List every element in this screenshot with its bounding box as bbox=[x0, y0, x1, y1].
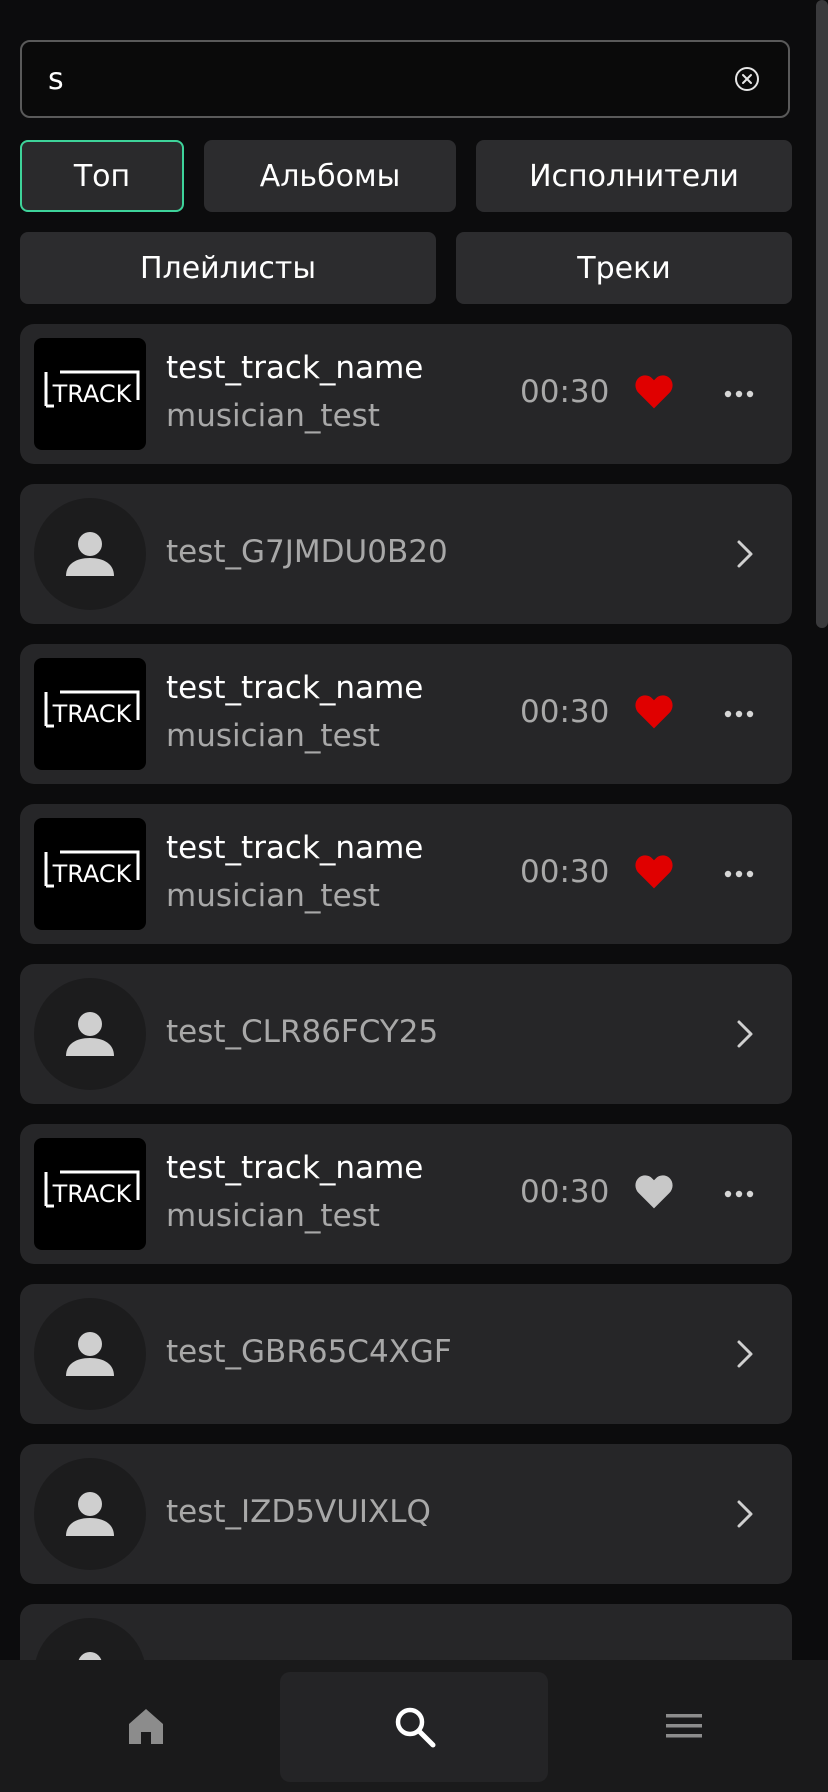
scrollbar-thumb[interactable] bbox=[816, 0, 828, 628]
track-cover: TRACK bbox=[34, 1138, 146, 1250]
track-title: test_track_name bbox=[166, 670, 424, 706]
track-cover: TRACK bbox=[34, 338, 146, 450]
person-icon bbox=[66, 532, 114, 576]
track-artist: musician_test bbox=[166, 718, 380, 754]
clear-circle-icon[interactable] bbox=[734, 66, 760, 92]
track-cover: TRACK bbox=[34, 658, 146, 770]
track-duration: 00:30 bbox=[520, 854, 610, 890]
chevron-right-icon[interactable] bbox=[734, 538, 756, 570]
track-duration: 00:30 bbox=[520, 694, 610, 730]
nav-home-button[interactable] bbox=[20, 1672, 270, 1782]
track-title: test_track_name bbox=[166, 1150, 424, 1186]
track-cover-text: TRACK bbox=[52, 860, 133, 888]
search-icon bbox=[395, 1707, 436, 1748]
artist-row[interactable]: test_G7JMDU0B20 bbox=[20, 484, 792, 624]
scrollbar[interactable] bbox=[816, 0, 828, 628]
more-horizontal-icon[interactable] bbox=[724, 1182, 754, 1206]
track-cover-text: TRACK bbox=[52, 700, 133, 728]
artist-row[interactable]: test_CLR86FCY25 bbox=[20, 964, 792, 1104]
heart-filled-icon[interactable] bbox=[634, 374, 674, 410]
person-icon bbox=[66, 1492, 114, 1536]
person-icon bbox=[66, 1012, 114, 1056]
track-title: test_track_name bbox=[166, 350, 424, 386]
track-artist: musician_test bbox=[166, 398, 380, 434]
track-row[interactable]: TRACK test_track_name musician_test 00:3… bbox=[20, 1124, 792, 1264]
nav-search-button[interactable] bbox=[280, 1672, 548, 1782]
more-horizontal-icon[interactable] bbox=[724, 702, 754, 726]
search-input[interactable] bbox=[48, 42, 708, 116]
heart-filled-icon[interactable] bbox=[634, 854, 674, 890]
artist-avatar bbox=[34, 498, 146, 610]
search-screen: Топ Альбомы Исполнители Плейлисты Треки … bbox=[0, 0, 828, 1792]
artist-name: test_IZD5VUIXLQ bbox=[166, 1494, 431, 1530]
artist-name: test_GBR65C4XGF bbox=[166, 1334, 452, 1370]
track-row[interactable]: TRACK test_track_name musician_test 00:3… bbox=[20, 324, 792, 464]
filter-chip-tracks[interactable]: Треки bbox=[456, 232, 792, 304]
chevron-right-icon[interactable] bbox=[734, 1018, 756, 1050]
artist-avatar bbox=[34, 978, 146, 1090]
track-artist: musician_test bbox=[166, 878, 380, 914]
filter-chip-albums[interactable]: Альбомы bbox=[204, 140, 456, 212]
bottom-nav bbox=[0, 1660, 828, 1792]
filter-chip-playlists[interactable]: Плейлисты bbox=[20, 232, 436, 304]
artist-name: test_G7JMDU0B20 bbox=[166, 534, 448, 570]
track-cover-text: TRACK bbox=[52, 380, 133, 408]
artist-avatar bbox=[34, 1458, 146, 1570]
track-cover-text: TRACK bbox=[52, 1180, 133, 1208]
menu-icon bbox=[666, 1714, 702, 1738]
chevron-right-icon[interactable] bbox=[734, 1498, 756, 1530]
artist-name: test_CLR86FCY25 bbox=[166, 1014, 439, 1050]
filter-chip-artists[interactable]: Исполнители bbox=[476, 140, 792, 212]
heart-icon[interactable] bbox=[634, 1174, 674, 1210]
track-cover: TRACK bbox=[34, 818, 146, 930]
track-title: test_track_name bbox=[166, 830, 424, 866]
heart-filled-icon[interactable] bbox=[634, 694, 674, 730]
chevron-right-icon[interactable] bbox=[734, 1338, 756, 1370]
more-horizontal-icon[interactable] bbox=[724, 382, 754, 406]
track-duration: 00:30 bbox=[520, 374, 610, 410]
track-artist: musician_test bbox=[166, 1198, 380, 1234]
nav-menu-button[interactable] bbox=[558, 1672, 808, 1782]
track-row[interactable]: TRACK test_track_name musician_test 00:3… bbox=[20, 644, 792, 784]
track-row[interactable]: TRACK test_track_name musician_test 00:3… bbox=[20, 804, 792, 944]
artist-row[interactable]: test_GBR65C4XGF bbox=[20, 1284, 792, 1424]
track-duration: 00:30 bbox=[520, 1174, 610, 1210]
filter-chip-top[interactable]: Топ bbox=[20, 140, 184, 212]
person-icon bbox=[66, 1332, 114, 1376]
home-icon bbox=[129, 1709, 163, 1744]
artist-row[interactable]: test_IZD5VUIXLQ bbox=[20, 1444, 792, 1584]
artist-avatar bbox=[34, 1298, 146, 1410]
more-horizontal-icon[interactable] bbox=[724, 862, 754, 886]
search-field[interactable] bbox=[20, 40, 790, 118]
